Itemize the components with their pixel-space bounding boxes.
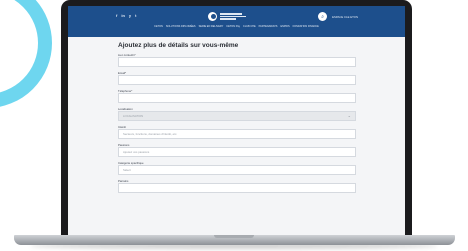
- page-title: Ajoutez plus de détails sur vous-même: [118, 42, 239, 49]
- email-input[interactable]: [118, 75, 356, 85]
- logo-icon: [208, 12, 217, 21]
- laptop-screen: f in y t ⌕ ESPACE CLE ETON CETON SOLUTIO…: [68, 6, 405, 235]
- sponsors-input[interactable]: [118, 183, 356, 193]
- main-navigation: CETON SOLUTIONS DIPLOMÉES SERIE EN DELIV…: [68, 25, 405, 28]
- header-actions: ⌕ ESPACE CLE ETON: [318, 12, 358, 21]
- nav-item[interactable]: FONDATION FINANCE: [293, 25, 319, 28]
- field-linkedin: Lien Linkedin*: [118, 53, 356, 67]
- interest-input[interactable]: Secteurs, fonctions, domaines d'intérêt,…: [118, 129, 356, 139]
- social-link-facebook[interactable]: f: [116, 13, 117, 18]
- category-select[interactable]: Sélect: [118, 165, 356, 175]
- nav-item[interactable]: PARTENARIATS: [259, 25, 278, 28]
- phone-input[interactable]: [118, 93, 356, 103]
- profile-form: Ajoutez plus de détails sur vous-même Li…: [118, 42, 356, 197]
- search-icon[interactable]: ⌕: [318, 12, 328, 21]
- field-passions: Passions Ajoutez vos passions: [118, 143, 356, 157]
- account-link[interactable]: ESPACE CLE ETON: [332, 15, 358, 19]
- field-interest: Intérêt Secteurs, fonctions, domaines d'…: [118, 125, 356, 139]
- social-link-twitter[interactable]: t: [135, 13, 136, 18]
- linkedin-input[interactable]: [118, 57, 356, 67]
- nav-item[interactable]: CETON: [154, 25, 163, 28]
- field-email: Email*: [118, 71, 356, 85]
- passions-input[interactable]: Ajoutez vos passions: [118, 147, 356, 157]
- field-phone: Téléphone*: [118, 89, 356, 103]
- decorative-ring: [0, 0, 52, 108]
- stage: f in y t ⌕ ESPACE CLE ETON CETON SOLUTIO…: [0, 0, 468, 251]
- location-value: LOCALISATION: [123, 114, 144, 118]
- field-location: Localisation LOCALISATION ⌄: [118, 107, 356, 121]
- logo-wordmark: [220, 13, 246, 20]
- nav-item[interactable]: SERIE EN DELIVERY: [199, 25, 224, 28]
- field-category: Catégorie spécifique Sélect: [118, 161, 356, 175]
- chevron-down-icon: ⌄: [347, 113, 351, 118]
- site-logo[interactable]: [208, 12, 246, 21]
- nav-item[interactable]: SOLUTIONS DIPLOMÉES: [166, 25, 196, 28]
- laptop-notch: [214, 235, 254, 238]
- location-select[interactable]: LOCALISATION ⌄: [118, 111, 356, 121]
- nav-item[interactable]: CETON Pay: [226, 25, 240, 28]
- nav-item[interactable]: ESPIDS: [280, 25, 289, 28]
- field-sponsors: Parrains: [118, 179, 356, 193]
- social-links: f in y t: [116, 13, 136, 18]
- social-link-youtube[interactable]: y: [129, 13, 131, 18]
- nav-item[interactable]: CLUB CHE: [243, 25, 256, 28]
- social-link-linkedin[interactable]: in: [121, 13, 125, 18]
- site-header: f in y t ⌕ ESPACE CLE ETON CETON SOLUTIO…: [68, 6, 405, 37]
